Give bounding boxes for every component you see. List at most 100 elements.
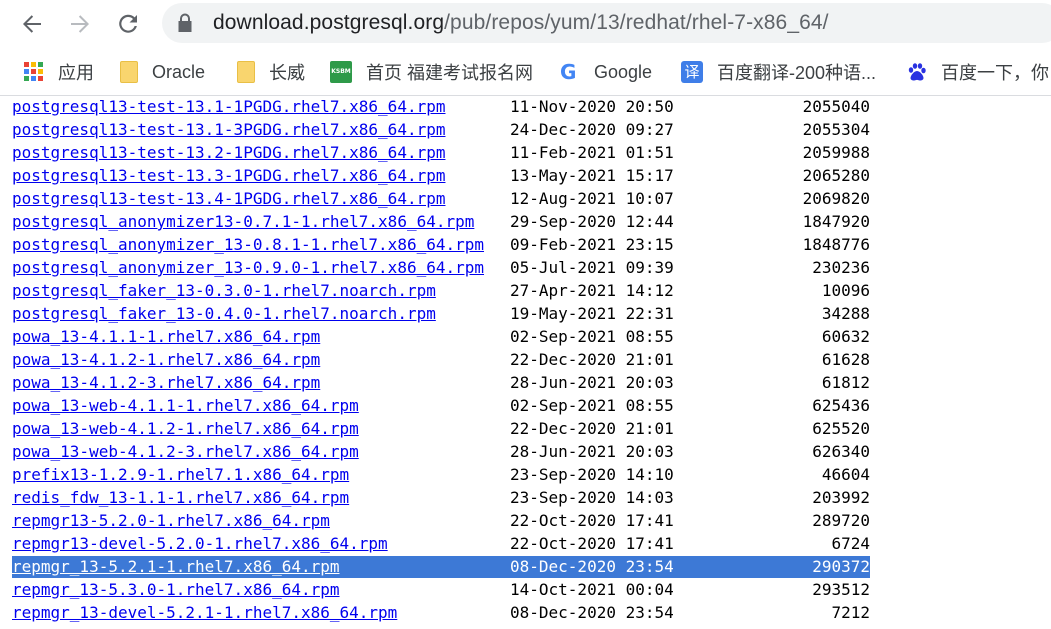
- bookmark-changwei[interactable]: 长威: [237, 58, 305, 86]
- file-date: 02-Sep-2021 08:55: [510, 396, 674, 415]
- url-host: download.postgresql.org: [213, 11, 445, 34]
- url-text[interactable]: download.postgresql.org/pub/repos/yum/13…: [213, 3, 829, 43]
- table-row: repmgr13-5.2.0-1.rhel7.x86_64.rpm 22-Oct-…: [0, 509, 1051, 532]
- table-row: postgresql_anonymizer13-0.7.1-1.rhel7.x8…: [0, 210, 1051, 233]
- file-size: 2055304: [802, 120, 870, 139]
- table-row: repmgr_13-5.3.0-1.rhel7.x86_64.rpm 14-Oct…: [0, 578, 1051, 601]
- bookmark-apps[interactable]: 应用: [24, 58, 94, 86]
- file-size: 1848776: [802, 235, 870, 254]
- file-date: 08-Dec-2020 23:54: [510, 603, 674, 622]
- table-row: postgresql13-test-13.1-1PGDG.rhel7.x86_6…: [0, 96, 1051, 118]
- folder-icon: [237, 61, 255, 83]
- file-link[interactable]: repmgr_13-devel-5.2.1-1.rhel7.x86_64.rpm: [12, 601, 397, 624]
- file-link[interactable]: repmgr13-devel-5.2.0-1.rhel7.x86_64.rpm: [12, 532, 388, 555]
- baidu-paw-icon: [907, 62, 927, 82]
- file-link[interactable]: postgresql13-test-13.2-1PGDG.rhel7.x86_6…: [12, 141, 445, 164]
- file-size: 293512: [812, 580, 870, 599]
- file-size: 46604: [821, 465, 870, 484]
- address-bar[interactable]: download.postgresql.org/pub/repos/yum/13…: [162, 3, 1051, 43]
- file-link[interactable]: redis_fdw_13-1.1-1.rhel7.x86_64.rpm: [12, 486, 349, 509]
- bookmark-baidu[interactable]: 百度一下，你: [907, 58, 1049, 86]
- file-size: 34288: [821, 304, 870, 323]
- table-row: powa_13-4.1.2-1.rhel7.x86_64.rpm 22-Dec-2…: [0, 348, 1051, 371]
- file-link[interactable]: postgresql_faker_13-0.3.0-1.rhel7.noarch…: [12, 279, 436, 302]
- forward-arrow-icon[interactable]: [64, 8, 96, 40]
- reload-icon[interactable]: [112, 8, 144, 40]
- file-link[interactable]: powa_13-4.1.2-1.rhel7.x86_64.rpm: [12, 348, 320, 371]
- file-date: 05-Jul-2021 09:39: [510, 258, 674, 277]
- back-arrow-icon[interactable]: [16, 8, 48, 40]
- table-row: repmgr13-devel-5.2.0-1.rhel7.x86_64.rpm 2…: [0, 532, 1051, 555]
- file-link[interactable]: powa_13-web-4.1.2-3.rhel7.x86_64.rpm: [12, 440, 359, 463]
- lock-icon[interactable]: [176, 13, 194, 33]
- ksbm-site-icon: KSBM: [330, 61, 352, 83]
- table-row: postgresql_faker_13-0.4.0-1.rhel7.noarch…: [0, 302, 1051, 325]
- file-size: 230236: [812, 258, 870, 277]
- table-row: postgresql_anonymizer_13-0.9.0-1.rhel7.x…: [0, 256, 1051, 279]
- google-icon: G: [560, 60, 577, 84]
- file-link[interactable]: postgresql13-test-13.4-1PGDG.rhel7.x86_6…: [12, 187, 445, 210]
- file-size: 2065280: [802, 166, 870, 185]
- table-row: postgresql_faker_13-0.3.0-1.rhel7.noarch…: [0, 279, 1051, 302]
- file-size: 6724: [831, 534, 870, 553]
- browser-toolbar: download.postgresql.org/pub/repos/yum/13…: [0, 0, 1051, 48]
- file-size: 2055040: [802, 97, 870, 116]
- bookmarks-bar: 应用 Oracle 长威 KSBM 首页 福建考试报名网 G Google 译 …: [0, 48, 1051, 96]
- bookmark-google[interactable]: G Google: [560, 58, 652, 86]
- table-row: powa_13-web-4.1.2-3.rhel7.x86_64.rpm 28-J…: [0, 440, 1051, 463]
- file-date: 11-Nov-2020 20:50: [510, 97, 674, 116]
- table-row: repmgr_13-devel-5.2.1-1.rhel7.x86_64.rpm…: [0, 601, 1051, 624]
- file-link[interactable]: prefix13-1.2.9-1.rhel7.1.x86_64.rpm: [12, 463, 349, 486]
- apps-grid-icon: [24, 62, 44, 82]
- file-date: 11-Feb-2021 01:51: [510, 143, 674, 162]
- table-row: powa_13-4.1.2-3.rhel7.x86_64.rpm 28-Jun-2…: [0, 371, 1051, 394]
- bookmark-oracle[interactable]: Oracle: [120, 58, 205, 86]
- file-date: 14-Oct-2021 00:04: [510, 580, 674, 599]
- file-date: 12-Aug-2021 10:07: [510, 189, 674, 208]
- file-date: 22-Oct-2020 17:41: [510, 534, 674, 553]
- file-link[interactable]: postgresql_faker_13-0.4.0-1.rhel7.noarch…: [12, 302, 436, 325]
- table-row: postgresql13-test-13.4-1PGDG.rhel7.x86_6…: [0, 187, 1051, 210]
- file-link[interactable]: powa_13-web-4.1.1-1.rhel7.x86_64.rpm: [12, 394, 359, 417]
- table-row: repmgr_13-5.2.1-1.rhel7.x86_64.rpm 08-Dec…: [0, 555, 1051, 578]
- file-date: 29-Sep-2020 12:44: [510, 212, 674, 231]
- file-size: 289720: [812, 511, 870, 530]
- bookmark-label: 首页 福建考试报名网: [366, 63, 534, 83]
- bookmark-ksbm[interactable]: KSBM 首页 福建考试报名网: [330, 58, 533, 86]
- file-link[interactable]: powa_13-4.1.2-3.rhel7.x86_64.rpm: [12, 371, 320, 394]
- file-link[interactable]: powa_13-4.1.1-1.rhel7.x86_64.rpm: [12, 325, 320, 348]
- file-link[interactable]: repmgr_13-5.2.1-1.rhel7.x86_64.rpm: [12, 555, 340, 578]
- file-size: 2069820: [802, 189, 870, 208]
- file-link[interactable]: repmgr_13-5.3.0-1.rhel7.x86_64.rpm: [12, 578, 340, 601]
- url-path: /pub/repos/yum/13/redhat/rhel-7-x86_64/: [444, 11, 829, 34]
- file-size: 290372: [812, 557, 870, 576]
- file-date: 19-May-2021 22:31: [510, 304, 674, 323]
- file-size: 2059988: [802, 143, 870, 162]
- file-link[interactable]: powa_13-web-4.1.2-1.rhel7.x86_64.rpm: [12, 417, 359, 440]
- file-size: 7212: [831, 603, 870, 622]
- bookmark-baidu-fanyi[interactable]: 译 百度翻译-200种语...: [681, 58, 876, 86]
- file-size: 61628: [821, 350, 870, 369]
- file-date: 27-Apr-2021 14:12: [510, 281, 674, 300]
- file-link[interactable]: postgresql13-test-13.3-1PGDG.rhel7.x86_6…: [12, 164, 445, 187]
- file-link[interactable]: postgresql13-test-13.1-3PGDG.rhel7.x86_6…: [12, 118, 445, 141]
- baidu-fanyi-icon: 译: [681, 61, 703, 83]
- file-size: 625520: [812, 419, 870, 438]
- file-link[interactable]: repmgr13-5.2.0-1.rhel7.x86_64.rpm: [12, 509, 330, 532]
- table-row: prefix13-1.2.9-1.rhel7.1.x86_64.rpm 23-Se…: [0, 463, 1051, 486]
- file-link[interactable]: postgresql_anonymizer_13-0.9.0-1.rhel7.x…: [12, 256, 484, 279]
- file-link[interactable]: postgresql_anonymizer_13-0.8.1-1.rhel7.x…: [12, 233, 484, 256]
- table-row: powa_13-4.1.1-1.rhel7.x86_64.rpm 02-Sep-2…: [0, 325, 1051, 348]
- file-date: 02-Sep-2021 08:55: [510, 327, 674, 346]
- file-size: 203992: [812, 488, 870, 507]
- folder-icon: [120, 61, 138, 83]
- file-size: 1847920: [802, 212, 870, 231]
- bookmark-label: Oracle: [152, 61, 206, 82]
- file-link[interactable]: postgresql_anonymizer13-0.7.1-1.rhel7.x8…: [12, 210, 474, 233]
- file-listing: postgresql13-test-13.1-1PGDG.rhel7.x86_6…: [0, 96, 1051, 629]
- bookmark-label: 百度一下，你: [941, 63, 1049, 83]
- file-link[interactable]: postgresql13-test-13.1-1PGDG.rhel7.x86_6…: [12, 96, 445, 118]
- file-size: 61812: [821, 373, 870, 392]
- file-size: 60632: [821, 327, 870, 346]
- table-row: powa_13-web-4.1.1-1.rhel7.x86_64.rpm 02-S…: [0, 394, 1051, 417]
